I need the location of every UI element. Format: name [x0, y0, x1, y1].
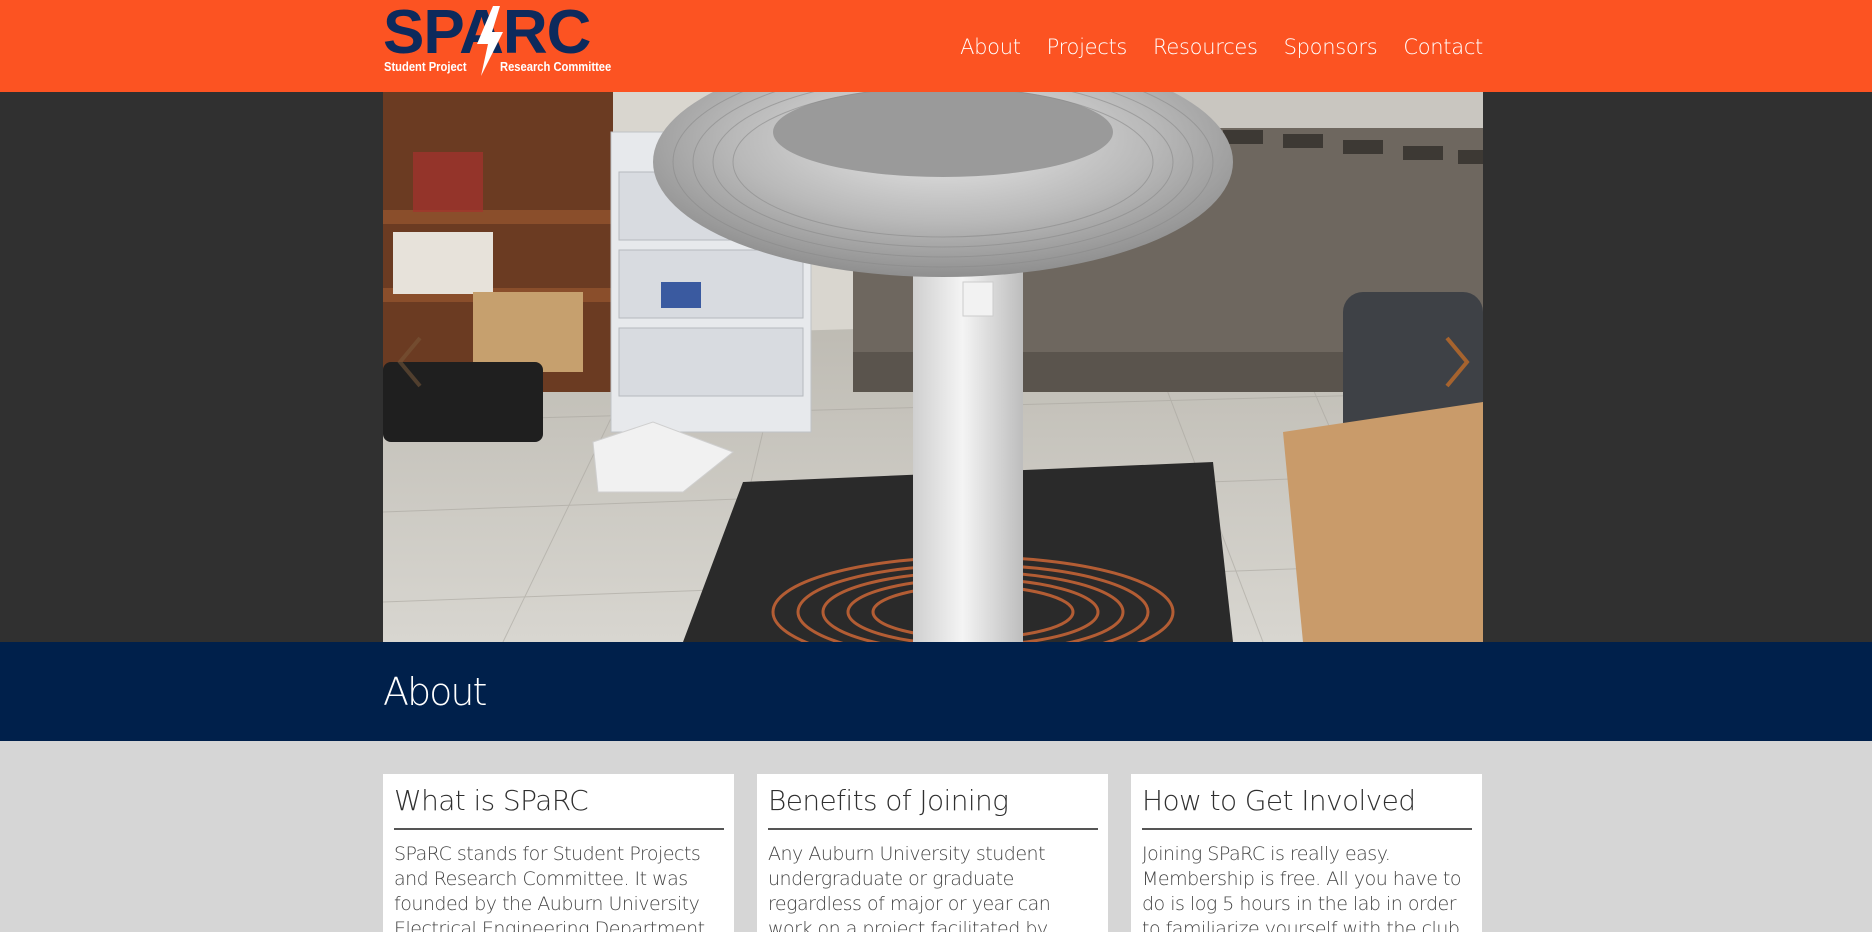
card-how-to-get-involved: How to Get Involved Joining SPaRC is rea… — [1131, 774, 1482, 932]
chevron-left-icon[interactable] — [390, 332, 430, 392]
logo-subtitle-left: Student Project — [384, 59, 467, 74]
main-nav: About Projects Resources Sponsors Contac… — [934, 33, 1483, 61]
card-body: SPaRC stands for Student Projects and Re… — [394, 843, 705, 932]
card-benefits-of-joining: Benefits of Joining Any Auburn Universit… — [757, 774, 1108, 932]
card-title: Benefits of Joining — [768, 784, 1098, 830]
card-what-is-sparc: What is SPaRC SPaRC stands for Student P… — [383, 774, 734, 932]
nav-link-sponsors[interactable]: Sponsors — [1284, 33, 1378, 61]
card-title: How to Get Involved — [1142, 784, 1472, 830]
tesla-coil-photo — [383, 92, 1483, 642]
card-title: What is SPaRC — [394, 784, 724, 830]
about-cards: What is SPaRC SPaRC stands for Student P… — [383, 774, 1483, 932]
card-body: Any Auburn University student undergradu… — [768, 843, 1051, 932]
chevron-right-icon[interactable] — [1437, 332, 1477, 392]
nav-link-contact[interactable]: Contact — [1403, 33, 1483, 61]
logo-subtitle-right: Research Committee — [500, 59, 612, 74]
card-body: Joining SPaRC is really easy. Membership… — [1142, 843, 1465, 932]
section-title: About — [383, 670, 487, 714]
nav-link-about[interactable]: About — [960, 33, 1021, 61]
carousel-slide-image — [383, 92, 1483, 642]
about-section-header — [0, 642, 1872, 741]
nav-link-resources[interactable]: Resources — [1153, 33, 1258, 61]
nav-link-projects[interactable]: Projects — [1047, 33, 1128, 61]
sparc-logo[interactable]: SPARC Student Project Research Committee — [383, 2, 612, 78]
